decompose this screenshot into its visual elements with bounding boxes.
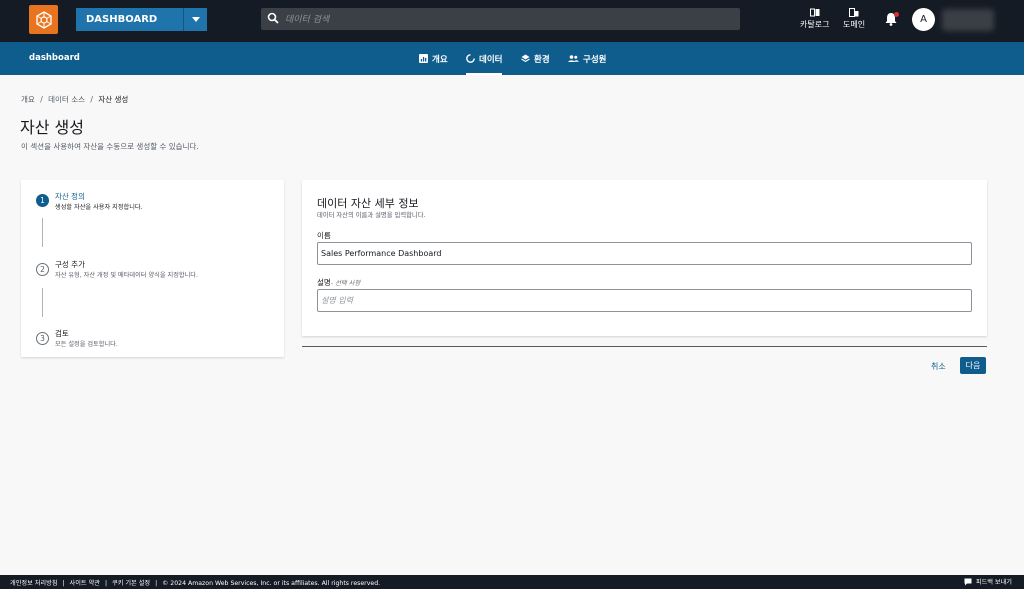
breadcrumb-overview[interactable]: 개요 [21,95,35,104]
project-name[interactable]: DASHBOARD [76,8,183,31]
step-3-title: 검토 [55,329,69,338]
footer-separator: | [155,580,158,587]
search-placeholder: 데이터 검색 [285,15,330,25]
tab-environment-label: 환경 [534,54,550,65]
layers-icon [521,54,530,63]
domain-button[interactable]: 도메인 [843,8,865,30]
footer-separator: | [62,580,65,587]
feedback-button[interactable]: 피드백 보내기 [964,577,1012,586]
footer-links: 개인정보 처리방침 | 사이트 약관 | 쿠키 기본 설정 | © 2024 A… [10,578,383,587]
step-1-subtitle: 생성할 자산을 사용자 지정합니다. [55,204,143,211]
step-connector [42,288,43,317]
catalog-icon [809,8,820,17]
panel-description: 데이터 자산의 이름과 설명을 입력합니다. [317,212,426,219]
catalog-button[interactable]: 카탈로그 [800,8,829,30]
tab-overview-label: 개요 [432,54,448,65]
tab-members[interactable]: 구성원 [568,42,606,75]
breadcrumb: 개요 / 데이터 소스 / 자산 생성 [21,94,128,105]
page-title: 자산 생성 [20,118,84,137]
step-1-title[interactable]: 자산 정의 [55,191,85,202]
caret-down-icon [191,17,200,22]
domain-label: 도메인 [843,20,866,29]
step-connector [42,218,43,247]
tab-data-label: 데이터 [479,54,503,65]
tab-overview[interactable]: 개요 [419,42,448,75]
breadcrumb-current: 자산 생성 [98,95,129,104]
copyright-text: © 2024 Amazon Web Services, Inc. or its … [162,580,381,587]
description-label: 설명- 선택 사항 [317,277,360,288]
tab-environment[interactable]: 환경 [521,42,550,75]
step-3-number: 3 [36,332,49,345]
cancel-button[interactable]: 취소 [926,358,951,375]
data-icon [466,54,475,63]
wizard-steps: 1 자산 정의 생성할 자산을 사용자 지정합니다. 2 구성 추가 자산 유형… [21,180,284,357]
asset-details-panel: 데이터 자산 세부 정보 데이터 자산의 이름과 설명을 입력합니다. 이름 S… [302,180,987,336]
cookies-link[interactable]: 쿠키 기본 설정 [112,580,150,587]
step-3-subtitle: 모든 설정을 검토합니다. [55,341,118,348]
members-icon [568,55,579,62]
footer-separator: | [104,580,108,587]
step-1-number: 1 [36,194,49,207]
terms-link[interactable]: 사이트 약관 [70,580,100,587]
project-selector[interactable]: DASHBOARD [76,8,207,31]
breadcrumb-separator: / [90,95,93,104]
project-title: dashboard [29,53,80,63]
notification-badge [894,12,899,17]
footer: 개인정보 처리방침 | 사이트 약관 | 쿠키 기본 설정 | © 2024 A… [0,575,1024,589]
step-2-number: 2 [36,263,49,276]
feedback-label: 피드백 보내기 [975,579,1012,586]
blurred-username[interactable] [942,9,994,31]
description-field[interactable]: 설명 입력 [317,289,972,312]
overview-icon [419,54,428,63]
search-icon [267,12,279,24]
name-field[interactable]: Sales Performance Dashboard [317,242,972,265]
name-label: 이름 [317,231,331,240]
tab-data[interactable]: 데이터 [466,42,503,75]
catalog-label: 카탈로그 [800,20,830,29]
panel-title: 데이터 자산 세부 정보 [317,197,419,210]
project-nav: dashboard 개요 데이터 환경 구성원 [0,42,1024,75]
step-2-title: 구성 추가 [55,260,85,269]
logo-icon [35,10,52,29]
description-label-text: 설명 [317,278,331,287]
divider [302,346,987,347]
page-description: 이 섹션을 사용하여 자산을 수동으로 생성할 수 있습니다. [21,142,199,151]
next-button[interactable]: 다음 [960,357,986,374]
project-dropdown-button[interactable] [183,8,207,31]
search-input[interactable]: 데이터 검색 [261,8,740,30]
step-2-subtitle: 자산 유형, 자산 개정 및 메타데이터 양식을 지정합니다. [55,272,198,279]
tab-members-label: 구성원 [583,54,607,65]
breadcrumb-data-source[interactable]: 데이터 소스 [48,95,85,104]
breadcrumb-separator: / [40,95,43,104]
privacy-link[interactable]: 개인정보 처리방침 [10,580,58,587]
optional-hint: - 선택 사항 [330,280,361,287]
top-bar: DASHBOARD 데이터 검색 카탈로그 도메인 A [0,0,1024,42]
domain-icon [849,8,859,17]
avatar[interactable]: A [912,8,935,31]
feedback-icon [964,578,972,585]
app-logo[interactable] [29,5,58,34]
